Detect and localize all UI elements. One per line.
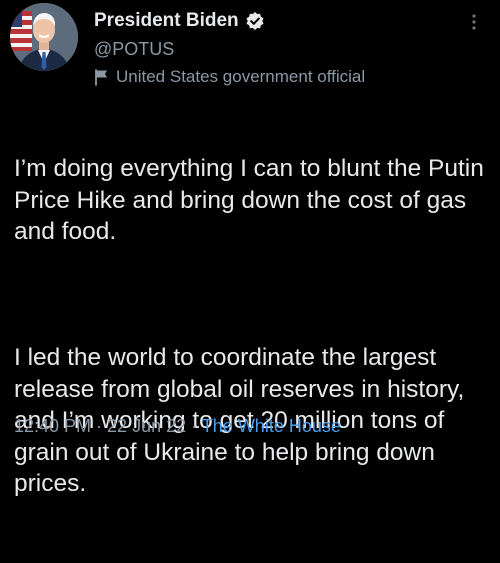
name-row: President Biden xyxy=(94,8,460,34)
tweet-date[interactable]: 22 Jun 22 xyxy=(107,416,186,436)
verified-badge-icon xyxy=(245,11,265,31)
avatar[interactable] xyxy=(10,3,78,71)
meta-separator: · xyxy=(186,416,202,436)
more-options-button[interactable] xyxy=(462,10,486,34)
tweet-text: I’m doing everything I can to blunt the … xyxy=(14,90,496,563)
more-options-icon xyxy=(472,14,476,30)
tweet-metadata: 12:40 PM · 22 Jun 22 · The White House xyxy=(14,416,341,437)
tweet-source-link[interactable]: The White House xyxy=(202,416,341,436)
tweet-time[interactable]: 12:40 PM xyxy=(14,416,91,436)
tweet: President Biden @POTUS United States gov… xyxy=(0,0,500,497)
tweet-header: President Biden @POTUS United States gov… xyxy=(94,8,460,89)
affiliation-label: United States government official xyxy=(116,67,366,86)
tweet-paragraph: I’m doing everything I can to blunt the … xyxy=(14,155,491,245)
meta-separator: · xyxy=(91,416,108,436)
government-flag-icon xyxy=(94,68,110,86)
handle[interactable]: @POTUS xyxy=(94,36,460,62)
avatar-portrait-icon xyxy=(10,3,78,71)
display-name[interactable]: President Biden xyxy=(94,10,239,32)
affiliation-label-row: United States government official xyxy=(94,65,460,89)
